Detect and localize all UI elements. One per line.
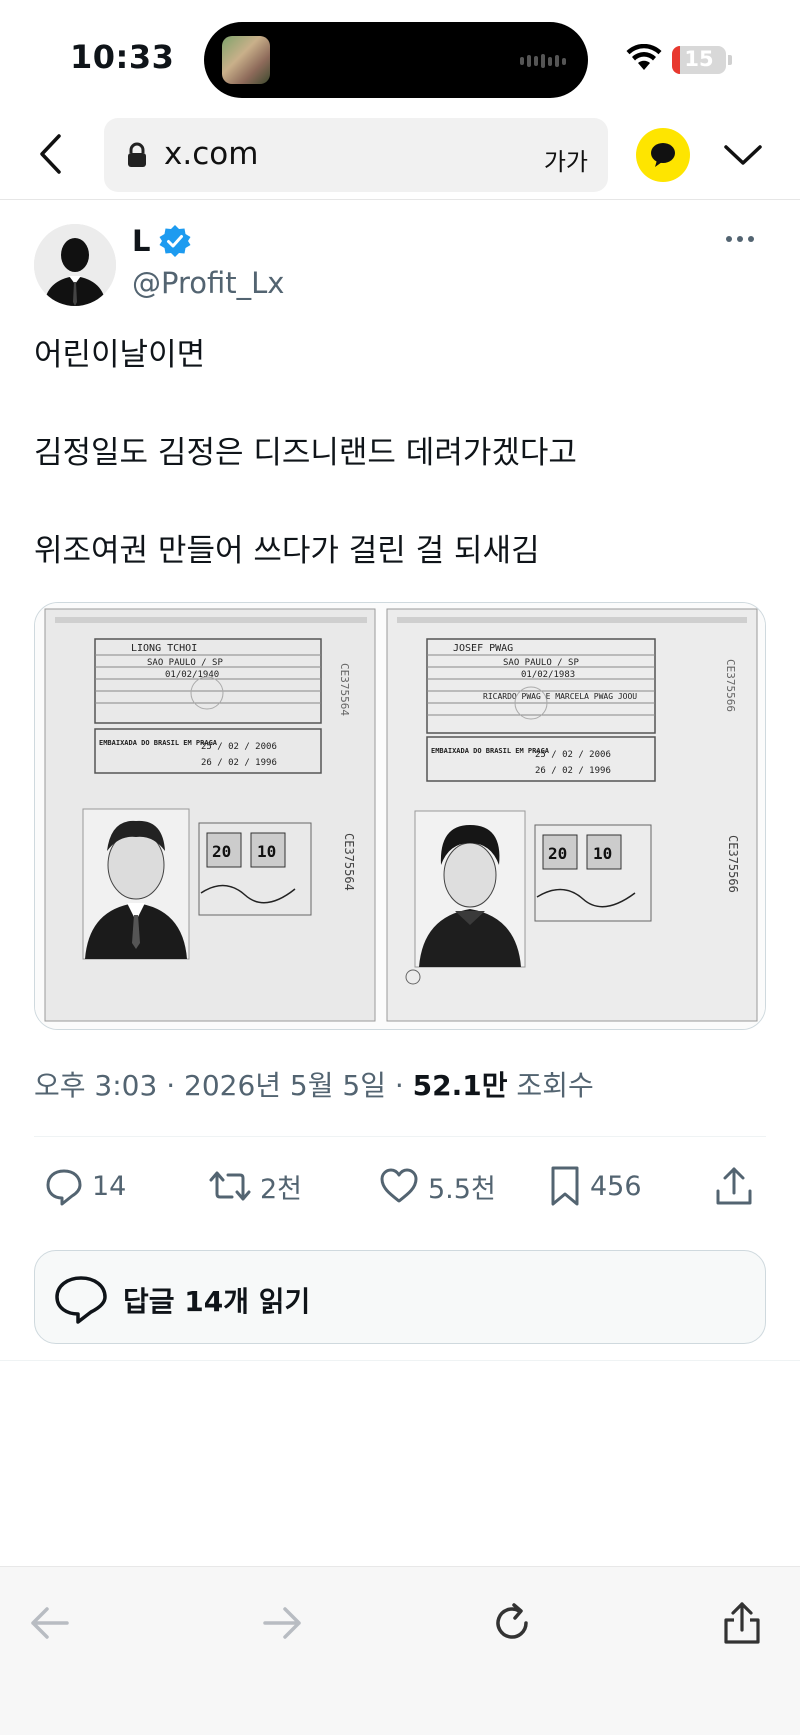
browser-bottom-toolbar: [0, 1566, 800, 1735]
left-passport-name: LIONG TCHOI: [131, 643, 197, 654]
left-passport-place: SAO PAULO / SP: [147, 658, 223, 668]
right-passport-serial: CE375566: [726, 835, 740, 893]
repost-button[interactable]: 2천: [208, 1164, 302, 1208]
right-passport-embassy: EMBAIXADA DO BRASIL EM PRAGA: [431, 747, 550, 755]
views-count: 52.1만: [412, 1069, 508, 1102]
dot: [737, 236, 743, 242]
read-replies-label: 답글 14개 읽기: [123, 1285, 311, 1318]
svg-text:20: 20: [548, 844, 567, 863]
url-text: x.com: [164, 136, 259, 172]
tweet-text-line: 김정일도 김정은 디즈니랜드 데려가겠다고: [34, 435, 577, 471]
tweet-media-image[interactable]: LIONG TCHOI SAO PAULO / SP 01/02/1940 EM…: [34, 602, 766, 1030]
chat-bubble-icon: [55, 1276, 107, 1324]
right-passport-page: JOSEF PWAG SAO PAULO / SP 01/02/1983 RIC…: [386, 608, 758, 1022]
arrow-left-icon: [31, 1607, 69, 1639]
bookmark-button[interactable]: 456: [548, 1164, 642, 1208]
text-size-button[interactable]: 가가: [544, 142, 588, 177]
share-icon: [716, 1167, 752, 1205]
address-field[interactable]: x.com 가가: [104, 118, 608, 192]
browser-address-bar: x.com 가가: [0, 110, 800, 200]
avatar[interactable]: [34, 224, 116, 306]
tweet-timestamp[interactable]: 오후 3:03 · 2026년 5월 5일 ·: [34, 1069, 413, 1102]
display-name-row[interactable]: L: [132, 224, 192, 258]
right-passport-place: SAO PAULO / SP: [503, 658, 579, 668]
right-passport-dob: 01/02/1983: [521, 670, 575, 680]
kakao-button[interactable]: [636, 128, 690, 182]
dot: [726, 236, 732, 242]
browser-back-button[interactable]: [20, 1593, 80, 1653]
right-passport-expires: 26 / 02 / 1996: [535, 766, 611, 776]
left-passport-issued: 25 / 02 / 2006: [201, 742, 277, 752]
tweet-text-line: 어린이날이면: [34, 337, 206, 373]
back-button[interactable]: [28, 132, 72, 176]
svg-text:CE375564: CE375564: [338, 663, 351, 716]
browser-reload-button[interactable]: [482, 1593, 542, 1653]
battery-cap: [728, 55, 732, 65]
chevron-left-icon: [40, 134, 61, 174]
browser-share-button[interactable]: [712, 1593, 772, 1653]
like-button[interactable]: 5.5천: [378, 1164, 496, 1208]
reload-icon: [496, 1603, 528, 1639]
left-passport-page: LIONG TCHOI SAO PAULO / SP 01/02/1940 EM…: [44, 608, 376, 1022]
chevron-down-icon: [724, 145, 762, 165]
right-passport-parents: RICARDO PWAG E MARCELA PWAG JOOU: [483, 692, 637, 701]
bookmark-count: 456: [590, 1170, 642, 1202]
battery-level: 15: [684, 47, 714, 71]
arrow-right-icon: [263, 1607, 301, 1639]
reply-count: 14: [92, 1170, 127, 1202]
divider: [0, 1360, 800, 1361]
silhouette-avatar-icon: [34, 224, 116, 306]
now-playing-thumbnail: [222, 36, 270, 84]
like-count: 5.5천: [428, 1173, 496, 1205]
passport-scan-image: LIONG TCHOI SAO PAULO / SP 01/02/1940 EM…: [35, 603, 765, 1029]
left-passport-serial: CE375564: [342, 833, 356, 891]
views-label: 조회수: [507, 1069, 594, 1102]
svg-text:10: 10: [593, 844, 612, 863]
share-button[interactable]: [714, 1164, 754, 1208]
left-passport-dob: 01/02/1940: [165, 670, 219, 680]
status-time: 10:33: [70, 38, 175, 76]
svg-text:20: 20: [212, 842, 231, 861]
heart-icon: [380, 1168, 418, 1203]
battery-indicator: 15: [672, 46, 726, 74]
reply-icon: [46, 1169, 82, 1206]
repost-icon: [209, 1171, 251, 1201]
lock-icon: [128, 142, 146, 167]
tweet-meta: 오후 3:03 · 2026년 5월 5일 · 52.1만 조회수: [34, 1064, 594, 1104]
tweet-text-line: 위조여권 만들어 쓰다가 걸린 걸 되새김: [34, 533, 540, 569]
menu-chevron-button[interactable]: [720, 132, 766, 178]
repost-count: 2천: [260, 1173, 303, 1205]
dynamic-island[interactable]: [204, 22, 588, 98]
svg-text:CE375566: CE375566: [724, 659, 737, 712]
divider: [34, 1136, 766, 1137]
username[interactable]: @Profit_Lx: [132, 266, 284, 300]
browser-forward-button[interactable]: [252, 1593, 312, 1653]
status-bar: 10:33 15: [0, 0, 800, 110]
left-passport-embassy: EMBAIXADA DO BRASIL EM PRAGA: [99, 739, 218, 747]
tweet-text: 어린이날이면 김정일도 김정은 디즈니랜드 데려가겠다고 위조여권 만들어 쓰다…: [34, 334, 764, 572]
read-replies-button[interactable]: 답글 14개 읽기: [34, 1250, 766, 1344]
dot: [748, 236, 754, 242]
display-name: L: [132, 224, 151, 258]
svg-text:10: 10: [257, 842, 276, 861]
speech-bubble-icon: [651, 143, 675, 167]
reply-button[interactable]: 14: [44, 1164, 126, 1208]
wifi-icon: [626, 44, 662, 70]
right-passport-name: JOSEF PWAG: [453, 643, 513, 654]
audio-wave-icon: [520, 54, 566, 68]
left-passport-expires: 26 / 02 / 1996: [201, 758, 277, 768]
right-passport-issued: 25 / 02 / 2006: [535, 750, 611, 760]
share-icon: [724, 1602, 760, 1644]
bookmark-icon: [551, 1166, 579, 1206]
more-options-button[interactable]: [726, 236, 754, 242]
verified-badge-icon: [159, 225, 191, 257]
